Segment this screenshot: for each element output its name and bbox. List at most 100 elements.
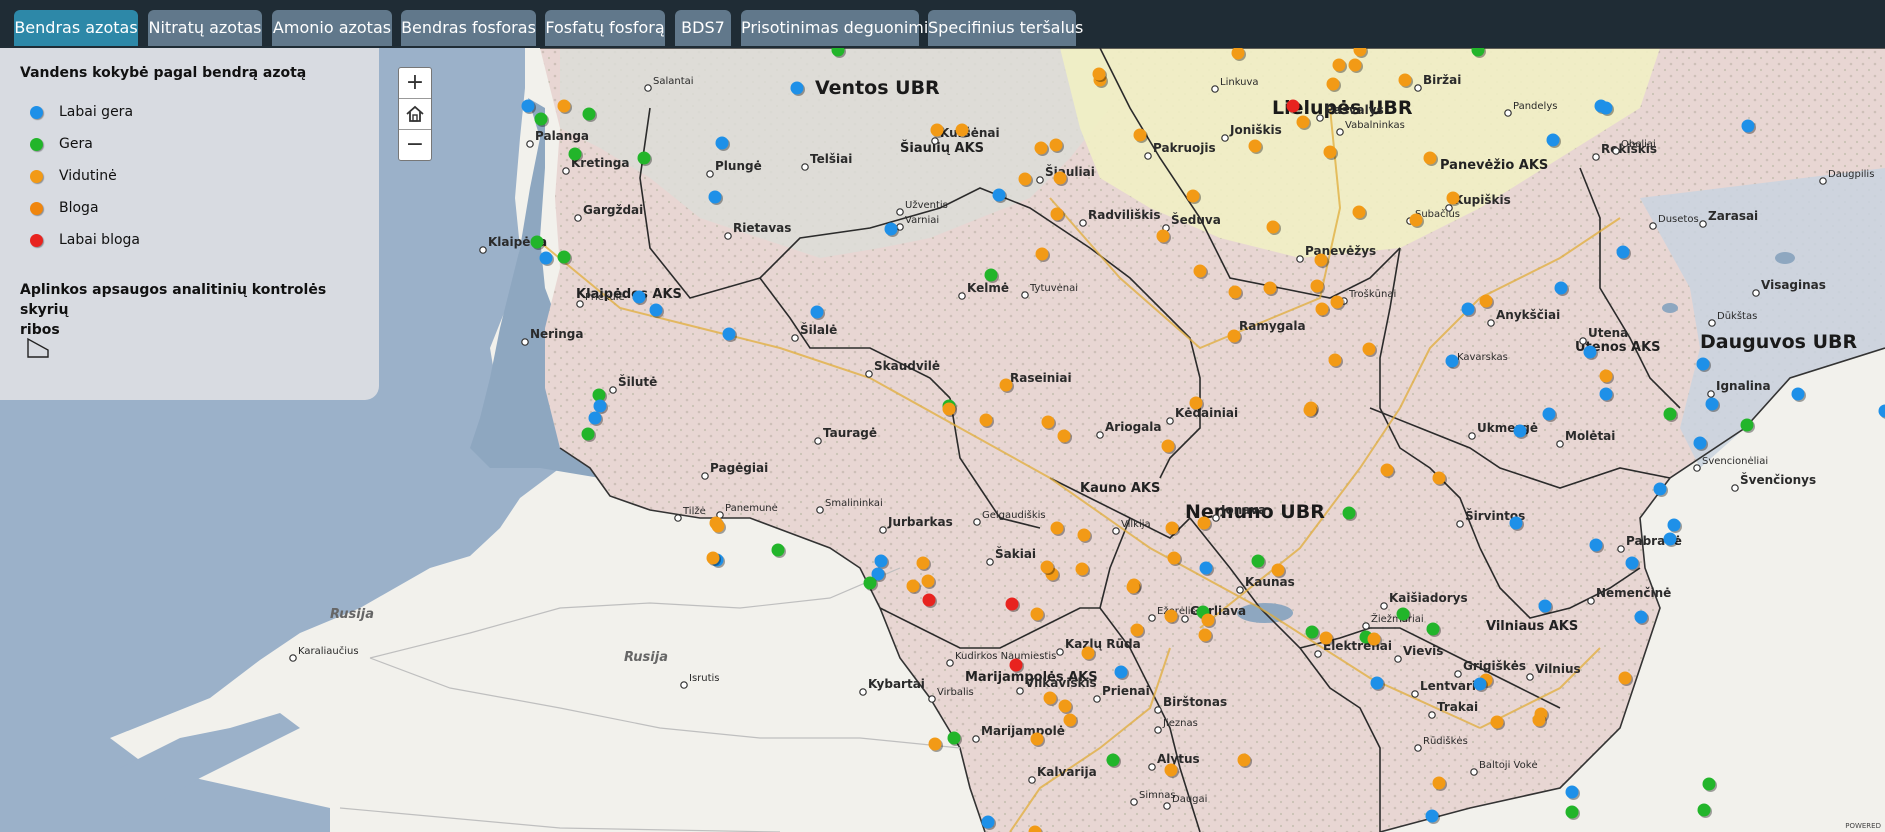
monitoring-station-marker[interactable] <box>582 107 596 121</box>
monitoring-station-marker[interactable] <box>632 290 646 304</box>
tab-amonio-azotas[interactable]: Amonio azotas <box>272 10 392 46</box>
monitoring-station-marker[interactable] <box>1053 171 1067 185</box>
monitoring-station-marker[interactable] <box>1030 607 1044 621</box>
monitoring-station-marker[interactable] <box>1050 521 1064 535</box>
monitoring-station-marker[interactable] <box>916 556 930 570</box>
monitoring-station-marker[interactable] <box>1653 482 1667 496</box>
monitoring-station-marker[interactable] <box>1193 264 1207 278</box>
monitoring-station-marker[interactable] <box>1367 632 1381 646</box>
monitoring-station-marker[interactable] <box>1310 279 1324 293</box>
monitoring-station-marker[interactable] <box>1126 580 1140 594</box>
monitoring-station-marker[interactable] <box>1342 506 1356 520</box>
monitoring-station-marker[interactable] <box>1380 463 1394 477</box>
monitoring-station-marker[interactable] <box>1634 610 1648 624</box>
monitoring-station-marker[interactable] <box>1043 691 1057 705</box>
monitoring-station-marker[interactable] <box>1330 295 1344 309</box>
monitoring-station-marker[interactable] <box>1005 597 1019 611</box>
tab-bendras-fosforas[interactable]: Bendras fosforas <box>401 10 536 46</box>
tab-nitratu-azotas[interactable]: Nitratų azotas <box>148 10 262 46</box>
monitoring-station-marker[interactable] <box>581 427 595 441</box>
monitoring-station-marker[interactable] <box>1667 518 1681 532</box>
monitoring-station-marker[interactable] <box>1599 101 1613 115</box>
monitoring-station-marker[interactable] <box>1018 172 1032 186</box>
monitoring-station-marker[interactable] <box>1791 387 1805 401</box>
monitoring-station-marker[interactable] <box>1057 429 1071 443</box>
monitoring-station-marker[interactable] <box>874 554 888 568</box>
monitoring-station-marker[interactable] <box>1266 220 1280 234</box>
monitoring-station-marker[interactable] <box>1702 777 1716 791</box>
monitoring-station-marker[interactable] <box>1035 247 1049 261</box>
monitoring-station-marker[interactable] <box>1314 253 1328 267</box>
monitoring-station-marker[interactable] <box>1030 732 1044 746</box>
monitoring-station-marker[interactable] <box>1197 516 1211 530</box>
monitoring-station-marker[interactable] <box>1263 281 1277 295</box>
monitoring-station-marker[interactable] <box>1432 471 1446 485</box>
monitoring-station-marker[interactable] <box>1092 67 1106 81</box>
monitoring-station-marker[interactable] <box>1542 407 1556 421</box>
monitoring-station-marker[interactable] <box>1189 396 1203 410</box>
monitoring-station-marker[interactable] <box>557 250 571 264</box>
monitoring-station-marker[interactable] <box>1740 418 1754 432</box>
monitoring-station-marker[interactable] <box>1396 607 1410 621</box>
monitoring-station-marker[interactable] <box>942 402 956 416</box>
monitoring-station-marker[interactable] <box>1228 285 1242 299</box>
monitoring-station-marker[interactable] <box>1370 676 1384 690</box>
monitoring-station-marker[interactable] <box>715 136 729 150</box>
tab-specifinius-tersalus[interactable]: Specifinius teršalus <box>928 10 1083 46</box>
monitoring-station-marker[interactable] <box>722 327 736 341</box>
monitoring-station-marker[interactable] <box>1296 115 1310 129</box>
monitoring-station-marker[interactable] <box>1319 631 1333 645</box>
monitoring-station-marker[interactable] <box>984 268 998 282</box>
monitoring-station-marker[interactable] <box>588 411 602 425</box>
monitoring-station-marker[interactable] <box>1199 561 1213 575</box>
monitoring-station-marker[interactable] <box>1532 713 1546 727</box>
monitoring-station-marker[interactable] <box>1315 302 1329 316</box>
monitoring-station-marker[interactable] <box>1323 145 1337 159</box>
monitoring-station-marker[interactable] <box>1509 516 1523 530</box>
monitoring-station-marker[interactable] <box>999 378 1013 392</box>
monitoring-station-marker[interactable] <box>930 123 944 137</box>
monitoring-station-marker[interactable] <box>810 305 824 319</box>
monitoring-station-marker[interactable] <box>557 99 571 113</box>
monitoring-station-marker[interactable] <box>1161 439 1175 453</box>
monitoring-station-marker[interactable] <box>1201 613 1215 627</box>
monitoring-station-marker[interactable] <box>1114 665 1128 679</box>
monitoring-station-marker[interactable] <box>1251 554 1265 568</box>
monitoring-station-marker[interactable] <box>1599 369 1613 383</box>
monitoring-station-marker[interactable] <box>1305 625 1319 639</box>
monitoring-station-marker[interactable] <box>947 731 961 745</box>
monitoring-station-marker[interactable] <box>928 737 942 751</box>
monitoring-station-marker[interactable] <box>921 574 935 588</box>
monitoring-station-marker[interactable] <box>593 399 607 413</box>
monitoring-station-marker[interactable] <box>1058 699 1072 713</box>
monitoring-station-marker[interactable] <box>1271 563 1285 577</box>
monitoring-station-marker[interactable] <box>1133 128 1147 142</box>
monitoring-station-marker[interactable] <box>1426 622 1440 636</box>
monitoring-station-marker[interactable] <box>1583 345 1597 359</box>
monitoring-station-marker[interactable] <box>1165 521 1179 535</box>
monitoring-station-marker[interactable] <box>568 147 582 161</box>
monitoring-station-marker[interactable] <box>1663 532 1677 546</box>
monitoring-station-marker[interactable] <box>1445 354 1459 368</box>
monitoring-station-marker[interactable] <box>1077 528 1091 542</box>
monitoring-station-marker[interactable] <box>1237 753 1251 767</box>
monitoring-station-marker[interactable] <box>1075 562 1089 576</box>
monitoring-station-marker[interactable] <box>1040 560 1054 574</box>
tab-bendras-azotas[interactable]: Bendras azotas <box>14 10 138 46</box>
monitoring-station-marker[interactable] <box>1303 403 1317 417</box>
monitoring-station-marker[interactable] <box>1432 776 1446 790</box>
monitoring-station-marker[interactable] <box>906 579 920 593</box>
monitoring-station-marker[interactable] <box>1248 139 1262 153</box>
monitoring-station-marker[interactable] <box>1348 58 1362 72</box>
monitoring-station-marker[interactable] <box>539 251 553 265</box>
monitoring-station-marker[interactable] <box>1565 805 1579 819</box>
monitoring-station-marker[interactable] <box>1693 436 1707 450</box>
monitoring-station-marker[interactable] <box>1063 713 1077 727</box>
zoom-out-button[interactable]: − <box>399 129 431 160</box>
monitoring-station-marker[interactable] <box>1081 646 1095 660</box>
monitoring-station-marker[interactable] <box>706 551 720 565</box>
monitoring-station-marker[interactable] <box>1616 245 1630 259</box>
tab-bds7[interactable]: BDS7 <box>675 10 731 46</box>
zoom-in-button[interactable]: + <box>399 68 431 98</box>
monitoring-station-marker[interactable] <box>1227 329 1241 343</box>
